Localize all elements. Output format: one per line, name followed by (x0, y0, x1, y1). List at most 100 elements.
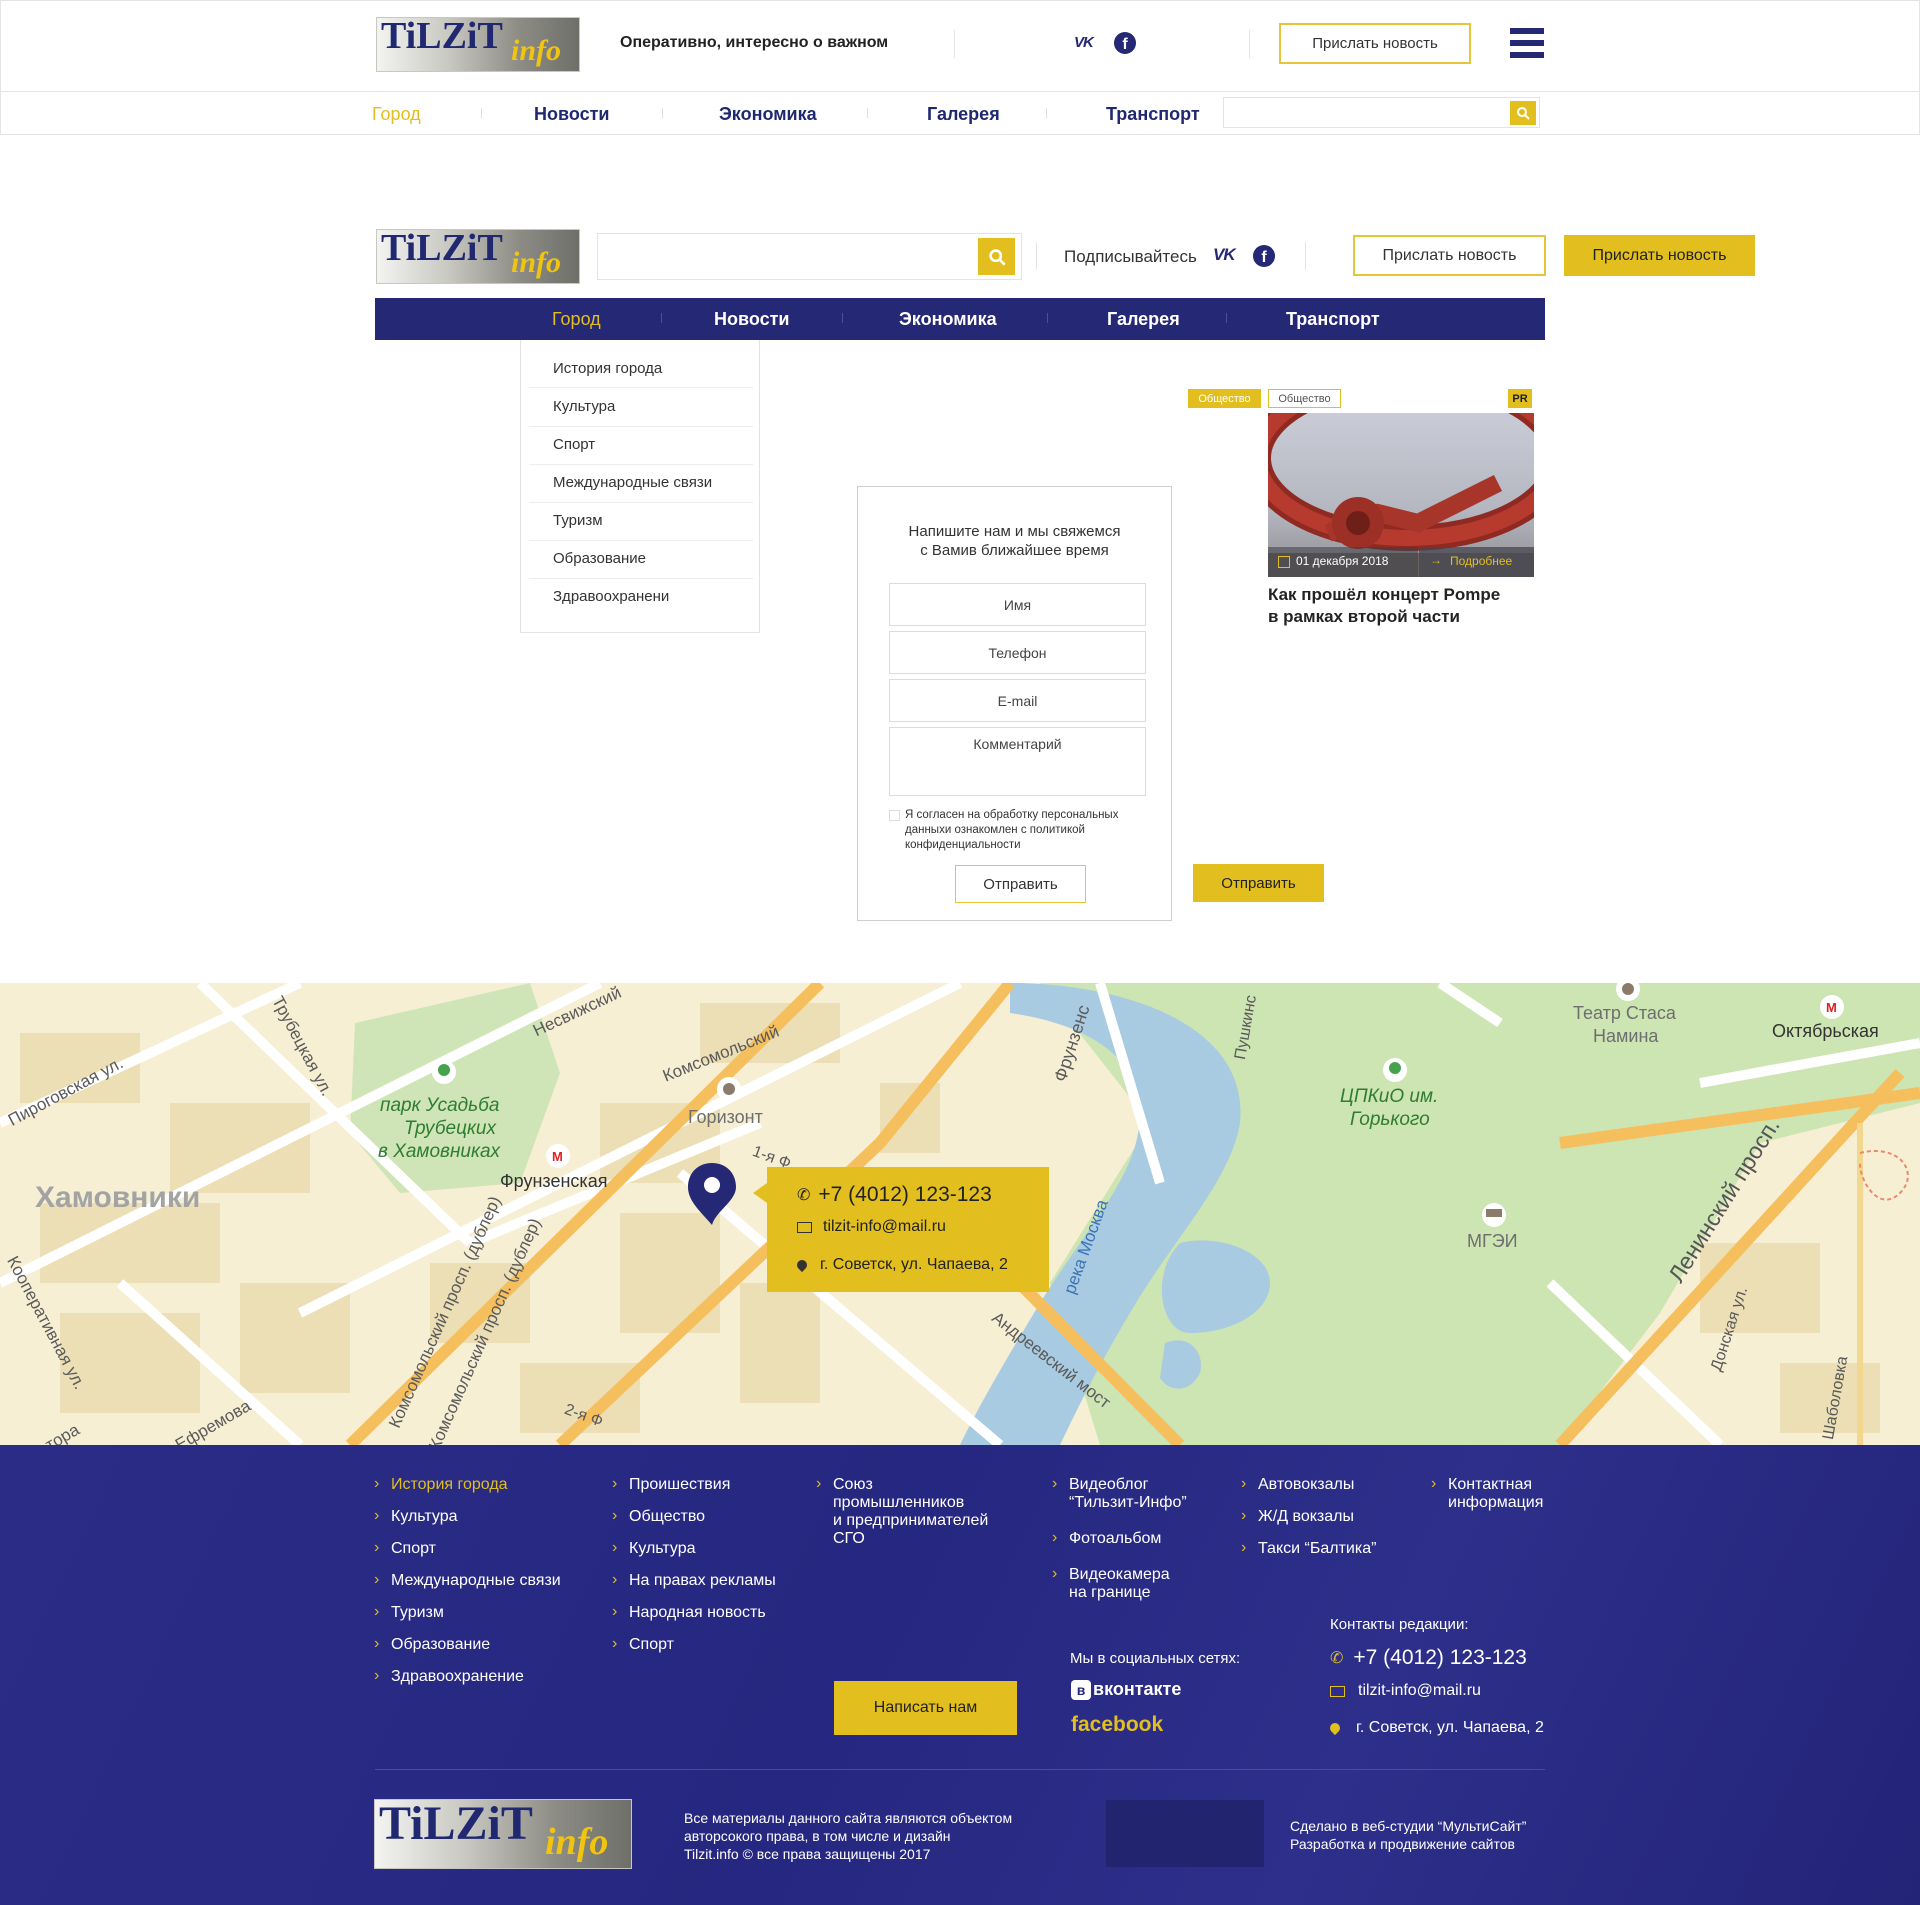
consent-checkbox[interactable] (889, 810, 900, 821)
phone-field[interactable]: Телефон (889, 631, 1146, 674)
map-pin-icon[interactable] (686, 1161, 738, 1227)
search-input[interactable] (1223, 97, 1540, 128)
nav-separator (842, 313, 843, 323)
footer-link-label-line2: “Тильзит-Инфо” (1069, 1494, 1187, 1511)
nav-item-gallery[interactable]: Галерея (927, 104, 1000, 125)
chevron-right-icon: › (374, 1571, 380, 1588)
footer-link-society[interactable]: › Общество (612, 1507, 705, 1526)
footer-link-health[interactable]: › Здравоохранение (374, 1667, 524, 1686)
vk-icon[interactable]: VK (1074, 34, 1094, 51)
submit-button[interactable]: Отправить (955, 865, 1086, 903)
chevron-right-icon: › (374, 1539, 380, 1556)
hamburger-menu-icon[interactable] (1510, 28, 1544, 58)
facebook-icon[interactable]: f (1114, 32, 1136, 54)
email-field[interactable]: E-mail (889, 679, 1146, 722)
footer-link-culture2[interactable]: › Культура (612, 1539, 696, 1558)
submenu-item-culture[interactable]: Культура (553, 398, 615, 415)
name-field[interactable]: Имя (889, 583, 1146, 626)
footer-link-ads[interactable]: › На правах рекламы (612, 1571, 776, 1590)
footer-link-international[interactable]: › Международные связи (374, 1571, 561, 1590)
search-button[interactable] (978, 238, 1015, 275)
vk-icon[interactable]: VK (1213, 245, 1236, 265)
footer-link-photoalbum[interactable]: › Фотоальбом (1052, 1529, 1161, 1548)
vk-link[interactable]: в вконтакте (1071, 1679, 1181, 1700)
nav-item-economy[interactable]: Экономика (719, 104, 817, 125)
footer-phone[interactable]: +7 (4012) 123-123 (1353, 1646, 1526, 1670)
submit-button-filled[interactable]: Отправить (1193, 864, 1324, 902)
nav-item-economy[interactable]: Экономика (899, 309, 997, 330)
footer-link-taxi[interactable]: › Такси “Балтика” (1241, 1539, 1376, 1558)
footer-link-incidents[interactable]: › Проишествия (612, 1475, 730, 1494)
divider (954, 30, 955, 58)
category-tag[interactable]: Общество (1268, 389, 1341, 408)
consent-text-line1: Я согласен на обработку персональных (905, 809, 1119, 821)
chevron-right-icon: › (374, 1635, 380, 1652)
nav-item-city[interactable]: Город (372, 104, 421, 125)
footer-link-history[interactable]: › История города (374, 1475, 508, 1494)
popup-address: г. Советск, ул. Чапаева, 2 (820, 1256, 1008, 1273)
site-logo[interactable]: TiLZiT info (376, 227, 580, 284)
popup-phone[interactable]: +7 (4012) 123-123 (818, 1183, 991, 1207)
footer-link-people-news[interactable]: › Народная новость (612, 1603, 766, 1622)
chevron-right-icon: › (374, 1507, 380, 1524)
facebook-link[interactable]: facebook (1071, 1713, 1163, 1737)
send-news-button-filled[interactable]: Прислать новость (1564, 235, 1755, 276)
footer-link-tourism[interactable]: › Туризм (374, 1603, 444, 1622)
studio-logo-placeholder[interactable] (1106, 1800, 1264, 1867)
nav-item-transport[interactable]: Транспорт (1286, 309, 1380, 330)
popup-email[interactable]: tilzit-info@mail.ru (823, 1218, 946, 1236)
nav-item-news[interactable]: Новости (714, 309, 789, 330)
submenu-item-international[interactable]: Международные связи (553, 474, 712, 491)
svg-text:M: M (1826, 1000, 1837, 1015)
calendar-icon (1278, 556, 1290, 568)
footer-link-sport[interactable]: › Спорт (374, 1539, 436, 1558)
search-button[interactable] (1510, 101, 1536, 125)
map-label: Горизонт (688, 1107, 763, 1127)
footer-address-row: г. Советск, ул. Чапаева, 2 (1327, 1719, 1544, 1737)
footer-link-label-line1: Видеокамера (1069, 1566, 1170, 1583)
footer-link-culture[interactable]: › Культура (374, 1507, 458, 1526)
footer-link-union[interactable]: › Союз промышленников и предпринимателей… (816, 1475, 988, 1548)
news-more-link[interactable]: Подробнее (1450, 554, 1512, 568)
news-image[interactable]: 01 декабря 2018 → Подробнее (1268, 413, 1534, 577)
site-logo[interactable]: TiLZiT info (376, 15, 580, 72)
footer-logo[interactable]: TiLZiT info (374, 1797, 632, 1869)
divider (529, 387, 753, 388)
copyright-line1: Все материалы данного сайта являются объ… (684, 1810, 1013, 1826)
send-news-button[interactable]: Прислать новость (1279, 23, 1471, 64)
nav-item-city[interactable]: Город (552, 309, 601, 330)
chevron-right-icon: › (612, 1603, 618, 1620)
footer-link-border-camera[interactable]: › Видеокамера на границе (1052, 1565, 1170, 1602)
submenu-item-health[interactable]: Здравоохранени (553, 588, 669, 605)
send-news-button[interactable]: Прислать новость (1353, 235, 1546, 276)
category-tag[interactable]: Общество (1188, 389, 1261, 408)
footer-link-videoblog[interactable]: › Видеоблог “Тильзит-Инфо” (1052, 1475, 1187, 1512)
news-title-line2[interactable]: в рамках второй части (1268, 607, 1460, 627)
chevron-right-icon: › (1241, 1539, 1247, 1556)
footer-link-label-line2: информация (1448, 1494, 1544, 1511)
chevron-right-icon: › (1052, 1475, 1058, 1492)
write-us-button[interactable]: Написать нам (834, 1681, 1017, 1735)
nav-item-transport[interactable]: Транспорт (1106, 104, 1200, 125)
search-input[interactable] (597, 233, 1022, 280)
submenu-item-sport[interactable]: Спорт (553, 436, 595, 453)
nav-item-news[interactable]: Новости (534, 104, 609, 125)
nav-item-gallery[interactable]: Галерея (1107, 309, 1180, 330)
submenu-item-education[interactable]: Образование (553, 550, 646, 567)
map[interactable]: M M Несвижский Комсомольский Трубецкая у… (0, 983, 1920, 1445)
phone-placeholder: Телефон (988, 644, 1047, 661)
footer-link-rail-stations[interactable]: › Ж/Д вокзалы (1241, 1507, 1354, 1526)
submenu-item-tourism[interactable]: Туризм (553, 512, 603, 529)
site-tagline: Оперативно, интересно о важном (620, 34, 889, 51)
submenu-item-history[interactable]: История города (553, 360, 662, 377)
comment-field[interactable]: Комментарий (889, 727, 1146, 796)
footer-link-education[interactable]: › Образование (374, 1635, 490, 1654)
footer-link-contacts[interactable]: › Контактная информация (1431, 1475, 1544, 1512)
map-label: Фрунзенская (500, 1171, 608, 1191)
facebook-icon[interactable]: f (1253, 245, 1275, 267)
footer-link-bus-stations[interactable]: › Автовокзалы (1241, 1475, 1354, 1494)
news-title-line1[interactable]: Как прошёл концерт Pompe (1268, 585, 1500, 605)
map-label: Трубецких (404, 1118, 496, 1139)
footer-link-sport2[interactable]: › Спорт (612, 1635, 674, 1654)
footer-email[interactable]: tilzit-info@mail.ru (1358, 1682, 1481, 1700)
